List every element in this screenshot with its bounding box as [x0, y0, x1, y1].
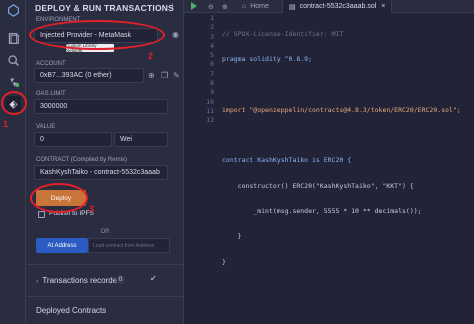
contract-label: CONTRACT (Compiled by Remix) [36, 157, 127, 163]
save-transactions-icon[interactable]: ✔ [150, 274, 157, 283]
editor-tabs: ⊖ ⊕ ⌂ Home ▤ contract-5532c3aaab.sol × [184, 0, 474, 13]
code-line: contract KashKyshTaiko is ERC20 { [222, 156, 352, 165]
line-number: 4 [210, 41, 214, 50]
annotation-ring-2 [29, 20, 165, 50]
line-number: 10 [206, 97, 214, 106]
copy-icon[interactable]: ❐ [161, 71, 168, 80]
annotation-number-2: 2 [148, 51, 154, 61]
panel-title: DEPLOY & RUN TRANSACTIONS [35, 3, 174, 13]
code-content[interactable]: // SPDX-License-Identifier: MIT pragma s… [222, 14, 461, 324]
add-account-icon[interactable]: ⊕ [148, 71, 155, 80]
environment-info-icon[interactable]: ◉ [172, 30, 179, 39]
remix-logo-icon[interactable] [5, 2, 21, 18]
zoom-out-icon[interactable]: ⊖ [208, 0, 214, 13]
transactions-label: Transactions recorded [42, 276, 122, 285]
annotation-ring-3 [30, 183, 88, 213]
line-number: 6 [210, 60, 214, 69]
line-number: 1 [210, 14, 214, 22]
close-tab-icon[interactable]: × [381, 3, 385, 10]
account-select[interactable]: 0xB7...393AC (0 ether) [34, 68, 144, 83]
icon-rail [0, 0, 26, 324]
code-line: constructor() ERC20("KashKyshTaiko", "KK… [222, 181, 414, 190]
solidity-compiler-icon[interactable] [5, 74, 21, 90]
transactions-recorded-header[interactable]: › Transactions recorded [36, 276, 122, 285]
value-amount: 0 [40, 136, 44, 143]
transactions-count-badge: 0 [116, 275, 125, 284]
file-icon: ▤ [289, 3, 296, 11]
line-number: 8 [210, 79, 214, 88]
code-editor: ⊖ ⊕ ⌂ Home ▤ contract-5532c3aaab.sol × 1 2 … [184, 0, 474, 324]
tab-home[interactable]: ⌂ Home [236, 0, 275, 13]
code-line: } [222, 232, 242, 241]
panel-menu-icon[interactable]: ⋮ [168, 2, 177, 13]
code-line: _mint(msg.sender, 5555 * 10 ** decimals(… [222, 207, 422, 216]
annotation-ring-1 [1, 91, 27, 115]
annotation-number-1: 1 [3, 119, 9, 129]
edit-icon[interactable]: ✎ [173, 71, 180, 80]
gas-limit-value: 3000000 [40, 103, 68, 110]
gas-limit-input[interactable]: 3000000 [34, 99, 168, 114]
section-divider [26, 264, 184, 265]
deployed-contracts-header: Deployed Contracts [36, 306, 107, 315]
code-line: import "@openzeppelin/contracts@4.8.3/to… [222, 105, 461, 114]
value-unit: Wei [120, 136, 132, 143]
code-line: // SPDX-License-Identifier: MIT [222, 30, 344, 38]
publish-ipfs-checkbox[interactable] [38, 211, 45, 218]
value-input[interactable]: 0 [34, 132, 112, 147]
contract-select[interactable]: KashKyshTaiko - contract-5532c3aaab [34, 165, 168, 180]
account-value: 0xB7...393AC (0 ether) [40, 72, 112, 79]
run-script-icon[interactable] [191, 2, 197, 10]
line-number: 5 [210, 51, 214, 60]
or-divider: OR [100, 229, 110, 235]
code-line: pragma solidity ^0.8.9; [222, 55, 313, 64]
line-numbers: 1 2 3 4 5 6 7 8 9 10 11 12 [184, 14, 214, 126]
gas-limit-label: GAS LIMIT [36, 91, 66, 97]
contract-value: KashKyshTaiko - contract-5532c3aaab [40, 169, 160, 176]
home-icon: ⌂ [242, 3, 247, 10]
section-divider [26, 296, 184, 297]
line-number: 9 [210, 88, 214, 97]
value-label: VALUE [36, 124, 56, 130]
annotation-number-3: 3 [89, 204, 95, 214]
line-number: 11 [206, 106, 214, 115]
code-line: } [222, 257, 226, 266]
account-label: ACCOUNT [36, 61, 66, 67]
tab-home-label: Home [250, 3, 269, 10]
line-number: 12 [206, 116, 214, 125]
zoom-in-icon[interactable]: ⊕ [222, 0, 228, 13]
search-icon[interactable] [5, 52, 21, 68]
line-number: 2 [210, 23, 214, 32]
at-address-input[interactable]: Load contract from Address [88, 238, 170, 253]
file-explorer-icon[interactable] [5, 30, 21, 46]
tab-file-label: contract-5532c3aaab.sol [299, 3, 377, 10]
at-address-button[interactable]: At Address [36, 238, 88, 253]
chevron-right-icon: › [36, 278, 39, 285]
line-number: 3 [210, 32, 214, 41]
tab-contract-file[interactable]: ▤ contract-5532c3aaab.sol × [282, 0, 393, 13]
line-number: 7 [210, 69, 214, 78]
value-unit-select[interactable]: Wei [114, 132, 168, 147]
